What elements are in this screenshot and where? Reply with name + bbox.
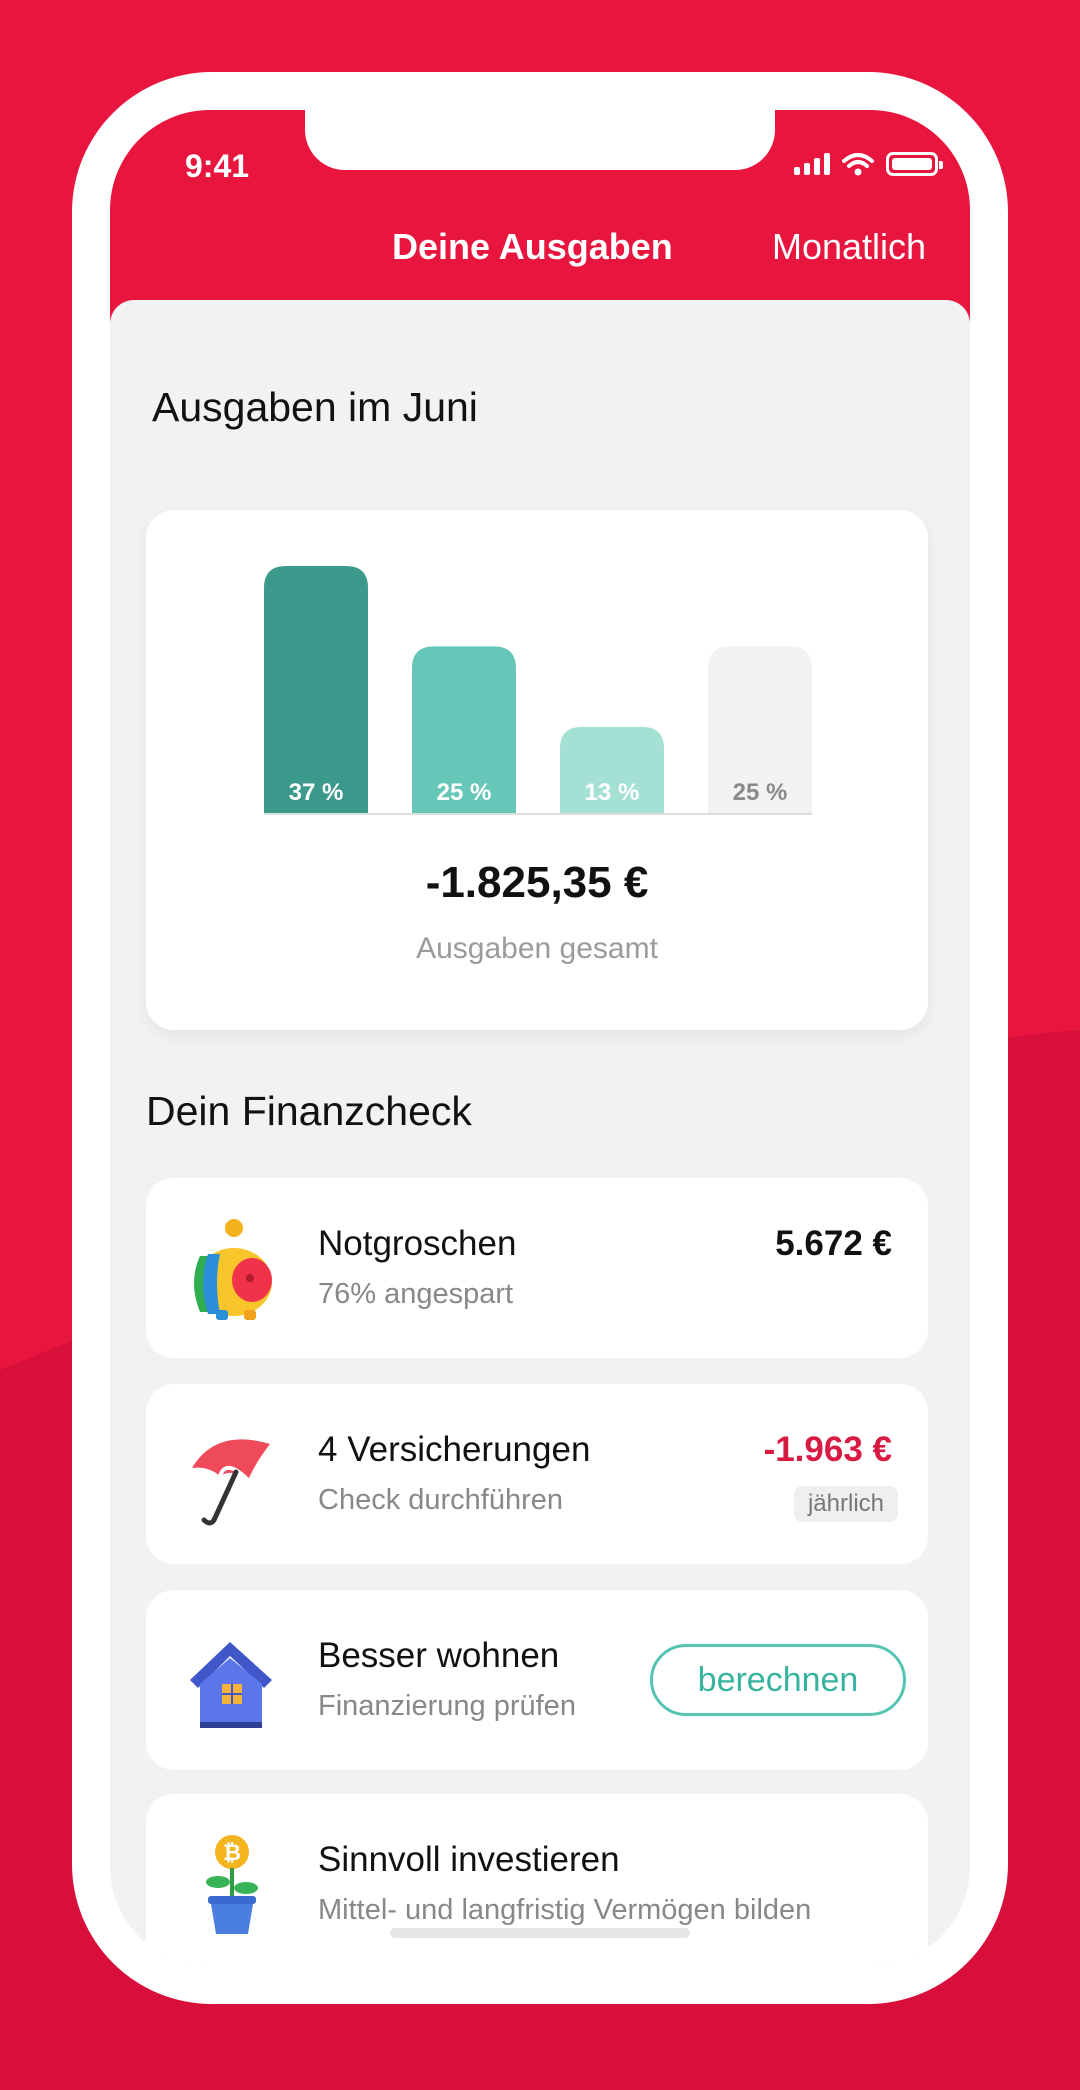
period-tag: jährlich	[793, 1486, 898, 1522]
house-icon	[190, 1642, 272, 1728]
item-subtitle: 76% angespart	[318, 1278, 514, 1310]
spending-total: -1.825,35 €	[425, 858, 649, 907]
umbrella-icon	[192, 1439, 270, 1526]
finance-item-wohnen[interactable]: Besser wohnen Finanzierung prüfen berech…	[146, 1590, 928, 1770]
page-title: Deine Ausgaben	[392, 226, 673, 267]
finance-check-title: Dein Finanzcheck	[146, 1088, 472, 1134]
spending-bar-chart: 37 % 25 % 13 % 25 %	[264, 566, 812, 815]
item-title: 4 Versicherungen	[318, 1430, 591, 1469]
item-subtitle: Finanzierung prüfen	[318, 1690, 576, 1722]
battery-icon	[886, 152, 943, 176]
finance-item-versicherungen[interactable]: 4 Versicherungen Check durchführen -1.96…	[146, 1384, 928, 1564]
svg-text:₿: ₿	[223, 1841, 241, 1866]
wifi-icon	[842, 153, 874, 176]
item-title: Sinnvoll investieren	[318, 1840, 620, 1879]
period-selector[interactable]: Monatlich	[772, 226, 926, 268]
chart-bar-label-1: 37 %	[289, 779, 344, 806]
status-icons	[794, 152, 943, 176]
piggy-bank-icon	[194, 1219, 272, 1320]
item-subtitle: Mittel- und langfristig Vermögen bilden	[318, 1894, 812, 1926]
item-subtitle: Check durchführen	[318, 1484, 564, 1516]
spending-total-caption: Ausgaben gesamt	[416, 932, 658, 965]
coin-plant-icon: ₿	[206, 1835, 258, 1934]
spending-chart-card[interactable]: 37 % 25 % 13 % 25 % -1.825,35 € Ausgaben ge…	[146, 510, 928, 1030]
phone-notch	[305, 110, 775, 170]
chart-bar-label-4: 25 %	[733, 779, 788, 806]
item-title: Notgroschen	[318, 1224, 517, 1263]
app-screen: 9:41 Deine Ausgaben Monatlich Ausgaben i…	[110, 110, 970, 1966]
signal-icon	[794, 153, 830, 175]
item-title: Besser wohnen	[318, 1636, 560, 1675]
finance-item-investieren[interactable]: ₿ Sinnvoll investieren Mittel- und langf…	[146, 1794, 928, 1966]
status-time: 9:41	[185, 148, 250, 184]
spending-section-title: Ausgaben im Juni	[152, 384, 478, 430]
calculate-button[interactable]: berechnen	[650, 1644, 906, 1716]
chart-bar-label-3: 13 %	[585, 779, 640, 806]
main-content: Ausgaben im Juni 37 % 25 % 13 % 25 % -1.825…	[110, 300, 970, 1966]
chart-bar-1[interactable]	[264, 566, 368, 814]
item-amount: -1.963 €	[763, 1430, 892, 1469]
phone-frame: 9:41 Deine Ausgaben Monatlich Ausgaben i…	[72, 72, 1008, 2004]
chart-bar-label-2: 25 %	[437, 779, 492, 806]
item-amount: 5.672 €	[775, 1224, 892, 1263]
finance-item-notgroschen[interactable]: Notgroschen 76% angespart 5.672 €	[146, 1178, 928, 1358]
home-indicator	[390, 1928, 690, 1938]
